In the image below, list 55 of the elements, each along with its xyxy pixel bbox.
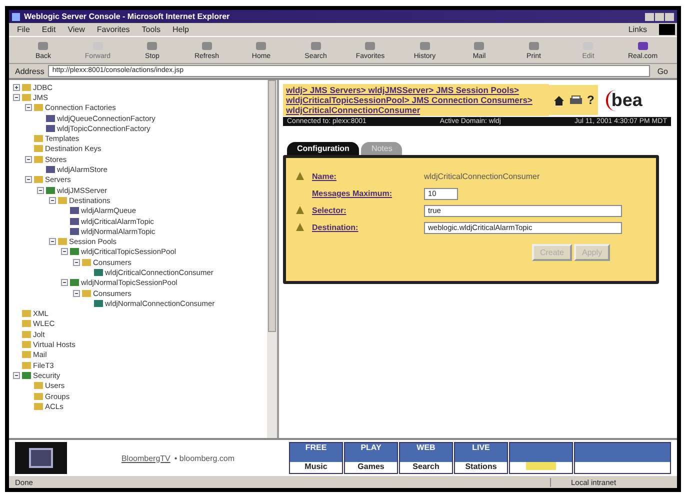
radio-tile[interactable]: LIVE Stations [454,442,508,474]
expand-toggle[interactable] [49,238,56,246]
menu-item[interactable]: Edit [42,25,56,34]
address-label: Address [15,66,44,76]
expand-toggle[interactable] [13,94,20,101]
radio-tile[interactable]: PLAY Games [344,442,398,474]
expand-toggle[interactable] [13,372,20,379]
tab[interactable]: Configuration [287,142,360,155]
ad-text: • bloomberg.com [174,454,235,462]
toolbar-icon [363,40,378,52]
toolbar-icon [145,40,160,52]
toolbar-icon [418,40,432,52]
expand-toggle[interactable] [73,258,80,266]
expand-toggle[interactable] [13,84,20,91]
menu-item[interactable]: File [17,25,30,34]
toolbar-icon [526,40,541,52]
toolbar-icon [472,40,486,52]
toolbar-icon [308,40,323,52]
expand-toggle[interactable] [25,156,32,163]
expand-toggle[interactable] [25,104,32,112]
expand-toggle[interactable] [73,290,80,297]
go-button[interactable]: Go [654,66,671,76]
minimize-button[interactable] [645,12,654,20]
menu-item[interactable]: View [68,25,85,34]
window-title-text: Weblogic Server Console - Microsoft Internet Explorer [24,12,230,21]
menu-item[interactable]: Tools [142,25,160,34]
logo: bea [606,90,642,110]
scrollbar[interactable] [267,80,277,438]
field-label[interactable]: Selector: [312,206,424,215]
maximize-button[interactable] [655,12,664,20]
field-label[interactable]: Name: [312,172,424,181]
field-label[interactable]: Messages Maximum: [312,189,424,198]
printer-icon[interactable] [569,95,583,105]
toolbar-icon [636,40,650,52]
expand-toggle[interactable] [49,196,56,204]
radio-tile[interactable]: FREE Music [289,442,343,474]
radio-tile[interactable]: WEB Search [399,442,453,474]
ad-link[interactable]: BloombergTV [121,454,170,462]
help-icon[interactable]: ? [587,93,594,107]
menu-item[interactable]: Help [172,25,189,34]
tv-icon [15,442,67,474]
links-label[interactable]: Links [628,25,647,34]
field-label[interactable]: Destination: [312,223,424,232]
expand-toggle[interactable] [37,186,44,194]
home-icon[interactable] [553,94,565,106]
toolbar-icon [200,40,214,52]
breadcrumb[interactable]: wldj> JMS Servers> wldjJMSServer> JMS Session Pools> wldjCriticalTopicSessionPool> JMS Connection Consumers> wldjCriticalConnectionConsumer [283,84,549,116]
expand-toggle[interactable] [61,279,68,286]
field-value: wldjCriticalConnectionConsumer [424,172,540,181]
toolbar-icon [36,40,50,52]
close-button[interactable] [665,12,674,20]
toolbar-icon [254,40,268,52]
expand-toggle[interactable] [61,248,68,256]
menu-item[interactable]: Favorites [96,25,130,34]
expand-toggle[interactable] [25,176,32,184]
